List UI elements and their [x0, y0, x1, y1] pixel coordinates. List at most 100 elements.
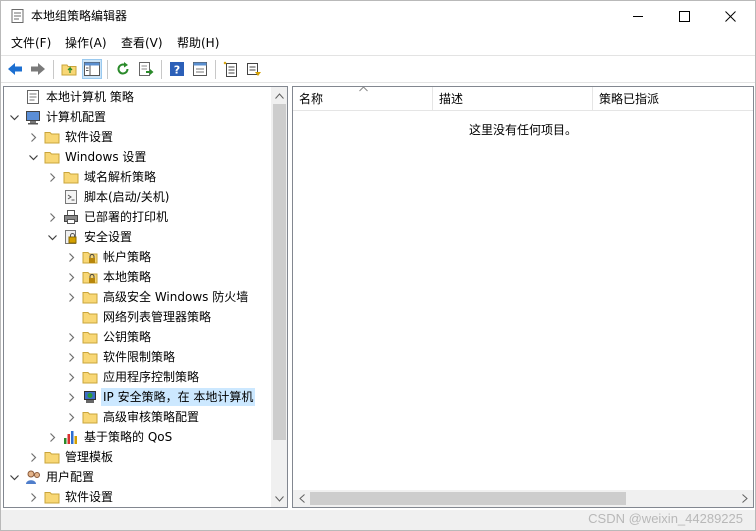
tree-node[interactable]: 用户配置	[4, 467, 271, 487]
chevron-down-icon[interactable]	[27, 151, 39, 163]
scroll-thumb[interactable]	[310, 492, 626, 505]
tree-node[interactable]: 高级安全 Windows 防火墙	[4, 287, 271, 307]
computer-icon	[25, 109, 41, 125]
locked-folder-icon	[82, 269, 98, 285]
minimize-button[interactable]	[615, 1, 661, 31]
ip-security-icon	[82, 389, 98, 405]
filter-button[interactable]	[244, 59, 264, 79]
tree-node-label: 网络列表管理器策略	[103, 310, 212, 324]
scroll-right-arrow[interactable]	[736, 490, 753, 507]
chevron-right-icon[interactable]	[65, 391, 77, 403]
toolbar-separator	[107, 60, 108, 79]
column-name-header[interactable]: 名称	[293, 87, 433, 111]
chevron-right-icon	[741, 494, 748, 503]
chevron-right-icon[interactable]	[27, 131, 39, 143]
column-description-header[interactable]: 描述	[433, 87, 593, 111]
chevron-right-icon[interactable]	[46, 431, 58, 443]
details-list-pane[interactable]: 名称 描述 策略已指派 这里没有任何项目。	[292, 86, 754, 508]
menu-action[interactable]: 操作(A)	[65, 35, 107, 51]
minimize-icon	[632, 15, 643, 17]
chevron-right-icon[interactable]	[65, 291, 77, 303]
refresh-icon	[117, 62, 129, 75]
tree-node[interactable]: 帐户策略	[4, 247, 271, 267]
tree-node[interactable]: 网络列表管理器策略	[4, 307, 271, 327]
properties-button[interactable]	[190, 59, 210, 79]
tree-node[interactable]: 软件限制策略	[4, 347, 271, 367]
tree-node[interactable]: 本地计算机 策略	[4, 87, 271, 107]
tree-vertical-scrollbar[interactable]	[271, 87, 287, 507]
chevron-down-icon[interactable]	[8, 111, 20, 123]
export-list-button[interactable]	[136, 59, 156, 79]
tree-node[interactable]: 应用程序控制策略	[4, 367, 271, 387]
tree-node[interactable]: 域名解析策略	[4, 167, 271, 187]
scroll-up-arrow[interactable]	[271, 87, 287, 104]
tree-node-label: 管理模板	[65, 450, 114, 464]
maximize-button[interactable]	[661, 1, 707, 31]
new-button[interactable]	[221, 59, 241, 79]
chevron-right-icon[interactable]	[65, 271, 77, 283]
tree-node[interactable]: 高级审核策略配置	[4, 407, 271, 427]
tree-node[interactable]: Windows 设置	[4, 147, 271, 167]
chevron-right-icon[interactable]	[65, 371, 77, 383]
tree-node-label: 安全设置	[84, 230, 133, 244]
chevron-down-icon[interactable]	[8, 471, 20, 483]
empty-list-message: 这里没有任何项目。	[468, 123, 577, 137]
chevron-right-icon[interactable]	[27, 451, 39, 463]
list-horizontal-scrollbar[interactable]	[293, 490, 753, 507]
up-one-level-button[interactable]	[59, 59, 79, 79]
tree-node[interactable]: 基于策略的 QoS	[4, 427, 271, 447]
chevron-down-icon	[275, 495, 284, 502]
scroll-down-arrow[interactable]	[271, 490, 287, 507]
column-assigned-header[interactable]: 策略已指派	[593, 87, 753, 111]
folder-icon	[82, 369, 98, 385]
tree-node-label: 高级安全 Windows 防火墙	[103, 290, 249, 304]
close-button[interactable]	[707, 1, 753, 31]
tree-node-label: 软件限制策略	[103, 350, 176, 364]
menu-view[interactable]: 查看(V)	[121, 35, 163, 51]
tree-node[interactable]: 公钥策略	[4, 327, 271, 347]
chevron-right-icon[interactable]	[65, 331, 77, 343]
script-icon	[63, 189, 79, 205]
tree-node[interactable]: 本地策略	[4, 267, 271, 287]
tree-node[interactable]: 软件设置	[4, 127, 271, 147]
tree-node-label: 软件设置	[65, 490, 114, 504]
window-title: 本地组策略编辑器	[31, 9, 128, 23]
scroll-thumb[interactable]	[273, 104, 286, 440]
chevron-right-icon[interactable]	[65, 251, 77, 263]
tree-node[interactable]: 软件设置	[4, 487, 271, 507]
menu-help[interactable]: 帮助(H)	[177, 35, 219, 51]
tree-node[interactable]: 计算机配置	[4, 107, 271, 127]
menu-file[interactable]: 文件(F)	[11, 35, 51, 51]
chevron-right-icon[interactable]	[65, 411, 77, 423]
title-bar[interactable]: 本地组策略编辑器	[1, 1, 755, 32]
back-button[interactable]	[5, 59, 25, 79]
column-assigned-label: 策略已指派	[599, 92, 660, 106]
folder-icon	[82, 309, 98, 325]
filter-icon	[247, 63, 261, 76]
console-tree-pane[interactable]: 本地计算机 策略 计算机配置 软件设置 Windows 设置 域名解析策略 脚本(启动/关…	[3, 86, 288, 508]
tree-node[interactable]: IP 安全策略，在 本地计算机	[4, 387, 271, 407]
user-icon	[25, 469, 41, 485]
scroll-left-arrow[interactable]	[293, 490, 310, 507]
tree-node[interactable]: 安全设置	[4, 227, 271, 247]
tree-node-label: 脚本(启动/关机)	[84, 190, 170, 204]
folder-icon	[82, 289, 98, 305]
help-button[interactable]: ?	[167, 59, 187, 79]
tree-node[interactable]: 已部署的打印机	[4, 207, 271, 227]
folder-icon	[82, 349, 98, 365]
toolbar: ?	[1, 55, 755, 83]
forward-button[interactable]	[28, 59, 48, 79]
chevron-right-icon[interactable]	[65, 351, 77, 363]
show-hide-tree-button[interactable]	[82, 59, 102, 79]
tree-node[interactable]: 脚本(启动/关机)	[4, 187, 271, 207]
chevron-right-icon[interactable]	[46, 171, 58, 183]
refresh-button[interactable]	[113, 59, 133, 79]
tree-node-label: 本地计算机 策略	[46, 90, 134, 104]
chevron-down-icon[interactable]	[46, 231, 58, 243]
chevron-right-icon[interactable]	[46, 211, 58, 223]
tree-node-label: 本地策略	[103, 270, 152, 284]
chevron-right-icon[interactable]	[27, 491, 39, 503]
tree-node[interactable]: 管理模板	[4, 447, 271, 467]
app-icon	[11, 9, 24, 23]
group-policy-editor-window: 本地组策略编辑器 文件(F) 操作(A) 查看(V) 帮助(H) ? 本地计算机…	[0, 0, 756, 531]
